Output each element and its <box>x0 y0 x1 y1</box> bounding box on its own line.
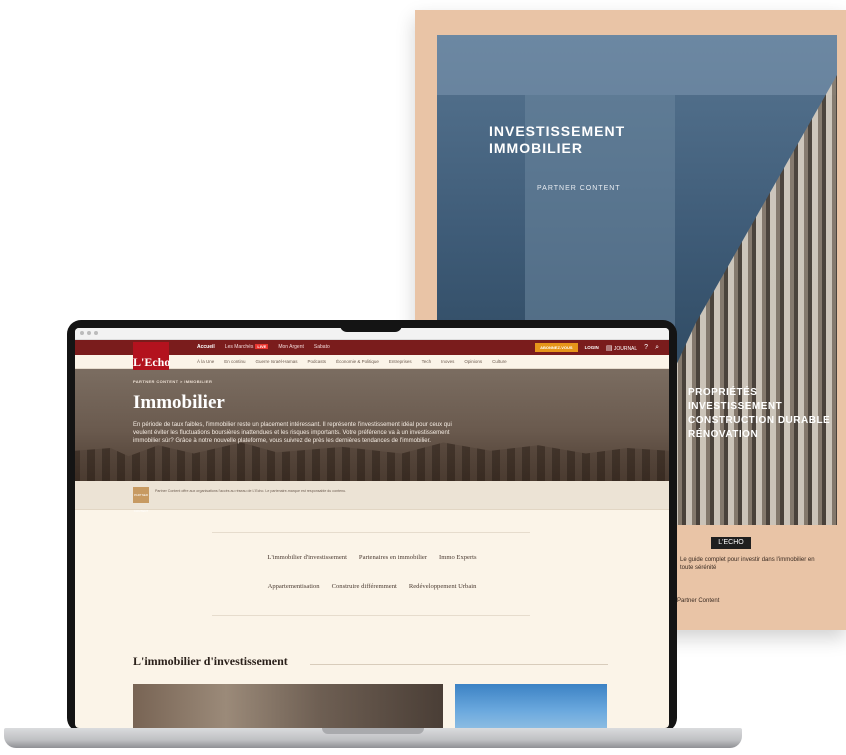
close-window-button[interactable] <box>80 331 84 335</box>
subnav-item[interactable]: Économie & Politique <box>336 359 379 364</box>
header-actions: ABONNEZ-VOUS LOGIN ▤ JOURNAL ? ⌕ <box>535 343 659 352</box>
nav-marches-label: Les Marchés <box>224 344 254 350</box>
cover-title-line1: INVESTISSEMENT <box>489 123 626 139</box>
topic-link[interactable]: Construire différemment <box>332 583 397 590</box>
nav-accueil[interactable]: Accueil <box>197 344 215 350</box>
cover-footer: Partner Content <box>677 598 720 604</box>
subscribe-button[interactable]: ABONNEZ-VOUS <box>535 343 578 352</box>
subnav-item[interactable]: Tech <box>422 359 432 364</box>
login-button[interactable]: LOGIN <box>585 345 599 350</box>
partner-disclaimer: Partner Content offre aux organisations … <box>155 489 347 493</box>
laptop-screen: L'Echo Accueil Les Marchés LIVE Mon Argen… <box>75 328 669 728</box>
subnav-item[interactable]: Guerre Israël-Hamas <box>256 359 298 364</box>
help-icon[interactable]: ? <box>644 344 648 351</box>
topic-links: L'immobilier d'investissement Partenaire… <box>75 510 669 630</box>
partner-notice: PARTNER CONTENT Partner Content offre au… <box>75 481 669 513</box>
breadcrumb[interactable]: PARTNER CONTENT > IMMOBILIER <box>133 379 212 384</box>
article-thumbnail[interactable] <box>455 684 607 728</box>
subnav-item[interactable]: Entreprises <box>389 359 412 364</box>
camera-notch <box>340 320 402 332</box>
journal-label: JOURNAL <box>613 345 638 352</box>
laptop-base <box>4 728 742 748</box>
trackpad-notch <box>322 728 424 734</box>
cover-title: INVESTISSEMENT IMMOBILIER <box>489 123 625 157</box>
subnav-item[interactable]: À la Une <box>197 359 214 364</box>
subnav-item[interactable]: Culture <box>492 359 507 364</box>
cover-side-line: PROPRIÉTÉS <box>688 387 758 398</box>
divider <box>212 615 530 616</box>
topic-link[interactable]: L'immobilier d'investissement <box>267 554 346 561</box>
cover-side-line: CONSTRUCTION DURABLE <box>688 415 831 426</box>
cover-title-line2: IMMOBILIER <box>489 140 583 156</box>
subnav-item[interactable]: En continu <box>224 359 245 364</box>
newspaper-icon: ▤ <box>605 344 613 352</box>
topic-link[interactable]: Appartementisation <box>268 583 320 590</box>
partner-content-logo: PARTNER CONTENT <box>133 487 149 513</box>
main-nav-items: Accueil Les Marchés LIVE Mon Argent Sabat… <box>197 344 330 350</box>
main-nav: L'Echo Accueil Les Marchés LIVE Mon Argen… <box>75 340 669 370</box>
cover-t-shape <box>437 35 837 95</box>
live-badge: LIVE <box>255 344 269 349</box>
topic-link[interactable]: Immo Experts <box>439 554 477 561</box>
divider <box>212 532 530 533</box>
page-title: Immobilier <box>133 392 225 413</box>
cover-side-text: PROPRIÉTÉS INVESTISSEMENT CONSTRUCTION D… <box>688 386 830 442</box>
topic-link[interactable]: Redéveloppement Urbain <box>409 583 477 590</box>
sub-nav-items: À la Une En continu Guerre Israël-Hamas … <box>197 359 507 364</box>
subnav-item[interactable]: Inoves <box>441 359 454 364</box>
nav-marches[interactable]: Les Marchés LIVE <box>225 344 269 350</box>
search-icon[interactable]: ⌕ <box>655 344 659 352</box>
window-controls <box>80 331 98 335</box>
cover-subtitle: PARTNER CONTENT <box>537 185 621 192</box>
hero-intro: En période de taux faibles, l'immobilier… <box>133 422 452 444</box>
section-title: L'immobilier d'investissement <box>133 654 288 668</box>
section-divider <box>310 664 608 665</box>
cover-caption: Le guide complet pour investir dans l'im… <box>680 557 815 571</box>
nav-mon-argent[interactable]: Mon Argent <box>278 344 304 350</box>
site-logo[interactable]: L'Echo <box>133 342 170 370</box>
cover-badge: L'ECHO <box>711 537 751 549</box>
hero-banner: PARTNER CONTENT > IMMOBILIER Immobilier … <box>75 369 669 481</box>
topic-link[interactable]: Partenaires en immobilier <box>359 554 427 561</box>
cover-side-line: RÉNOVATION <box>688 429 759 440</box>
topic-links-row: L'immobilier d'investissement Partenaire… <box>75 554 669 561</box>
subnav-item[interactable]: Opinions <box>464 359 482 364</box>
nav-sabato[interactable]: Sabato <box>314 344 330 350</box>
article-thumbnail[interactable] <box>133 684 443 728</box>
cover-side-line: INVESTISSEMENT <box>688 401 783 412</box>
minimize-window-button[interactable] <box>87 331 91 335</box>
journal-button[interactable]: ▤ JOURNAL <box>606 344 637 352</box>
subnav-item[interactable]: Podcasts <box>308 359 327 364</box>
maximize-window-button[interactable] <box>94 331 98 335</box>
topic-links-row: Appartementisation Construire différemme… <box>75 583 669 590</box>
laptop-lid: L'Echo Accueil Les Marchés LIVE Mon Argen… <box>67 320 677 732</box>
